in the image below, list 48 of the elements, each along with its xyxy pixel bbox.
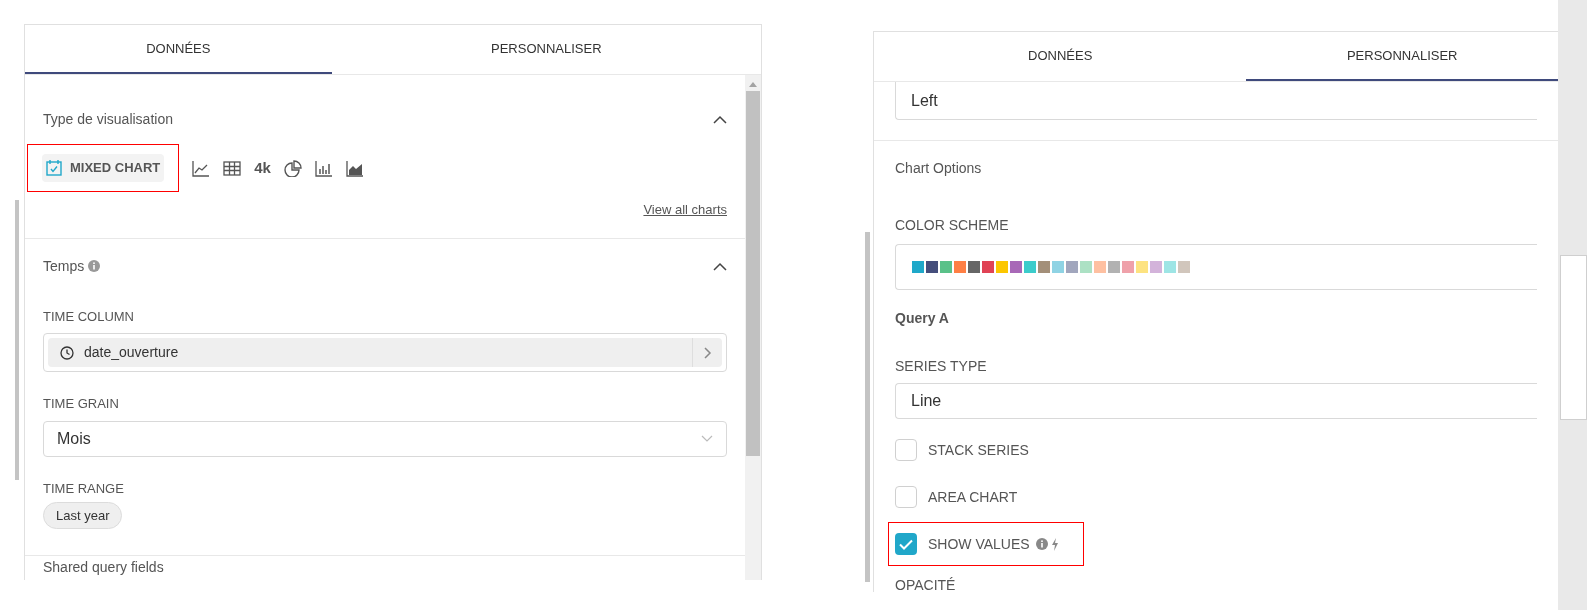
field-label: TIME GRAIN <box>43 395 120 413</box>
calendar-check-icon <box>46 159 64 177</box>
scrollbar-thumb[interactable] <box>746 91 760 456</box>
select-field[interactable]: Left <box>895 82 1537 120</box>
time-column-field[interactable]: date_ouverture <box>43 333 727 372</box>
clock-icon <box>60 345 74 360</box>
field-label: TIME COLUMN <box>43 307 135 326</box>
section-title: Shared query fields <box>43 559 164 575</box>
field-label: SERIES TYPE <box>895 357 988 376</box>
view-all-charts-link[interactable]: View all charts <box>643 200 727 220</box>
checkbox[interactable] <box>895 439 917 461</box>
chevron-right-icon <box>703 346 712 359</box>
time-range-pill[interactable]: Last year <box>43 502 123 529</box>
field-value: date_ouverture <box>84 343 180 362</box>
query-title: Query A <box>895 309 950 328</box>
section-title: Chart Options <box>895 159 983 178</box>
area-chart-icon <box>345 159 364 177</box>
checkbox-label: AREA CHART <box>928 487 1018 507</box>
bar-chart-icon <box>314 159 333 177</box>
chevron-down-icon <box>701 435 713 442</box>
series-type-select[interactable]: Line <box>895 383 1537 419</box>
time-grain-select[interactable]: Mois <box>43 420 727 457</box>
checkbox[interactable] <box>895 533 917 555</box>
checkmark-icon <box>899 538 913 550</box>
scrollbar-thumb[interactable] <box>865 232 870 582</box>
chart-type-button[interactable]: 4k <box>254 154 271 182</box>
tab[interactable]: DONNÉES <box>874 32 1247 81</box>
tab[interactable]: DONNÉES <box>25 25 332 74</box>
tab[interactable]: PERSONNALISER <box>1246 32 1558 81</box>
chart-type-button[interactable]: MIXED CHART <box>42 154 165 182</box>
checkbox[interactable] <box>895 486 917 508</box>
section-title: Type de visualisation <box>43 110 173 129</box>
line-chart-icon <box>192 159 211 177</box>
table-icon <box>223 159 242 177</box>
section-title: Temps <box>43 256 85 276</box>
pie-chart-icon <box>283 159 302 177</box>
field-label: TIME RANGE <box>43 479 125 498</box>
color-scheme-select[interactable] <box>895 244 1537 290</box>
checkbox-label: SHOW VALUES <box>928 534 1030 554</box>
lightning-icon <box>1050 537 1059 551</box>
checkbox-label: STACK SERIES <box>928 440 1029 460</box>
scroll-up-icon <box>749 81 757 87</box>
info-icon <box>88 260 101 272</box>
field-label: OPACITÉ <box>895 577 957 592</box>
scrollbar-thumb[interactable] <box>15 200 19 480</box>
info-icon <box>1035 538 1048 550</box>
field-label: COLOR SCHEME <box>895 216 1010 235</box>
tab[interactable]: PERSONNALISER <box>331 25 761 74</box>
